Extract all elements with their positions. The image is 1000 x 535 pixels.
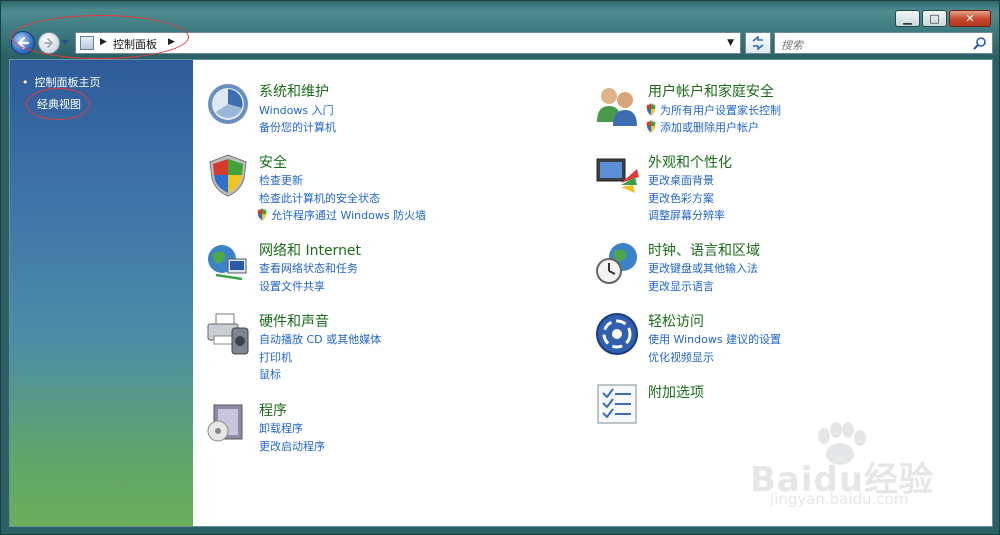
link-autoplay[interactable]: 自动播放 CD 或其他媒体	[259, 331, 381, 347]
programs-box-icon[interactable]	[206, 401, 250, 445]
link-recommended-settings[interactable]: 使用 Windows 建议的设置	[648, 331, 781, 347]
network-globe-icon[interactable]	[206, 241, 250, 285]
link-desktop-background[interactable]: 更改桌面背景	[648, 172, 714, 188]
maximize-button[interactable]: □	[922, 10, 947, 27]
clock-globe-icon[interactable]	[595, 241, 639, 285]
navigation-bar: ▶ 控制面板 ▶ ▼ 搜索	[9, 28, 993, 56]
uac-shield-icon	[257, 208, 267, 221]
link-printers[interactable]: 打印机	[259, 349, 292, 365]
link-display-language[interactable]: 更改显示语言	[648, 278, 714, 294]
category-title[interactable]: 系统和维护	[259, 81, 329, 101]
link-parental-controls[interactable]: 为所有用户设置家长控制	[645, 102, 781, 118]
category-title[interactable]: 时钟、语言和区域	[648, 240, 760, 260]
link-backup-computer[interactable]: 备份您的计算机	[259, 119, 336, 135]
sidebar-item-classic-view[interactable]: 经典视图	[37, 96, 81, 112]
link-startup-programs[interactable]: 更改启动程序	[259, 438, 325, 454]
users-icon[interactable]	[595, 82, 639, 126]
category-title[interactable]: 安全	[259, 152, 287, 172]
appearance-monitor-icon[interactable]	[595, 153, 639, 197]
refresh-icon	[752, 36, 764, 50]
category-title[interactable]: 网络和 Internet	[259, 240, 361, 260]
maximize-icon: □	[929, 12, 940, 25]
link-allow-firewall-label: 允许程序通过 Windows 防火墙	[271, 209, 427, 222]
recent-pages-dropdown-icon[interactable]	[61, 38, 69, 46]
minimize-button[interactable]: ▁	[895, 10, 920, 27]
link-check-updates[interactable]: 检查更新	[259, 172, 303, 188]
control-panel-window: ▁ □ ✕ ▶ 控制面板 ▶ ▼ 搜索 • 控制面板主页 经典视图 系统和维护 …	[0, 0, 1000, 535]
link-uninstall-program[interactable]: 卸载程序	[259, 420, 303, 436]
uac-shield-icon	[646, 103, 656, 116]
category-title[interactable]: 轻松访问	[648, 311, 704, 331]
minimize-icon: ▁	[903, 12, 912, 25]
uac-shield-icon	[646, 120, 656, 133]
breadcrumb-separator[interactable]: ▶	[100, 37, 107, 47]
additional-options-icon[interactable]	[595, 383, 639, 427]
link-network-status[interactable]: 查看网络状态和任务	[259, 260, 358, 276]
back-arrow-icon	[17, 36, 30, 50]
forward-arrow-icon	[44, 38, 54, 48]
link-optimize-display[interactable]: 优化视频显示	[648, 349, 714, 365]
category-title[interactable]: 程序	[259, 400, 287, 420]
ease-of-access-icon[interactable]	[595, 312, 639, 356]
address-dropdown-icon[interactable]: ▼	[727, 38, 734, 48]
security-shield-icon[interactable]	[206, 153, 250, 197]
search-input[interactable]: 搜索	[781, 37, 803, 53]
search-box[interactable]: 搜索	[774, 32, 993, 54]
category-title[interactable]: 附加选项	[648, 382, 704, 402]
baidu-watermark: Baidu经验 jingyan.baidu.com	[730, 422, 940, 512]
forward-button[interactable]	[38, 32, 60, 54]
hardware-printer-icon[interactable]	[206, 312, 250, 356]
close-button[interactable]: ✕	[949, 10, 991, 27]
link-add-remove-accounts[interactable]: 添加或删除用户帐户	[645, 119, 759, 135]
breadcrumb-separator[interactable]: ▶	[168, 37, 175, 47]
link-keyboard-input[interactable]: 更改键盘或其他输入法	[648, 260, 758, 276]
link-allow-firewall[interactable]: 允许程序通过 Windows 防火墙	[256, 207, 426, 223]
link-parental-controls-label: 为所有用户设置家长控制	[660, 104, 781, 117]
category-title[interactable]: 外观和个性化	[648, 152, 732, 172]
link-file-sharing[interactable]: 设置文件共享	[259, 278, 325, 294]
close-icon: ✕	[965, 12, 975, 25]
category-title[interactable]: 硬件和声音	[259, 311, 329, 331]
link-screen-resolution[interactable]: 调整屏幕分辨率	[648, 207, 725, 223]
window-controls: ▁ □ ✕	[895, 10, 991, 27]
back-button[interactable]	[11, 31, 35, 55]
system-maintenance-icon[interactable]	[206, 82, 250, 126]
link-mouse[interactable]: 鼠标	[259, 366, 281, 382]
link-check-security-status[interactable]: 检查此计算机的安全状态	[259, 190, 380, 206]
sidebar-item-home[interactable]: 控制面板主页	[22, 74, 101, 90]
link-color-scheme[interactable]: 更改色彩方案	[648, 190, 714, 206]
category-title[interactable]: 用户帐户和家庭安全	[648, 81, 774, 101]
address-bar[interactable]: ▶ 控制面板 ▶ ▼	[75, 32, 741, 54]
link-windows-getting-started[interactable]: Windows 入门	[259, 102, 334, 118]
link-add-remove-accounts-label: 添加或删除用户帐户	[660, 121, 759, 134]
control-panel-icon	[80, 36, 94, 50]
main-content: 控制面板主页 经典视图 系统和维护 Windows 入门 备份您的计算机	[9, 59, 993, 527]
sidebar: 控制面板主页 经典视图	[10, 60, 193, 526]
watermark-url: jingyan.baidu.com	[770, 490, 909, 508]
breadcrumb-control-panel[interactable]: 控制面板	[113, 36, 157, 52]
refresh-button[interactable]	[745, 32, 771, 54]
search-icon[interactable]	[973, 36, 987, 50]
